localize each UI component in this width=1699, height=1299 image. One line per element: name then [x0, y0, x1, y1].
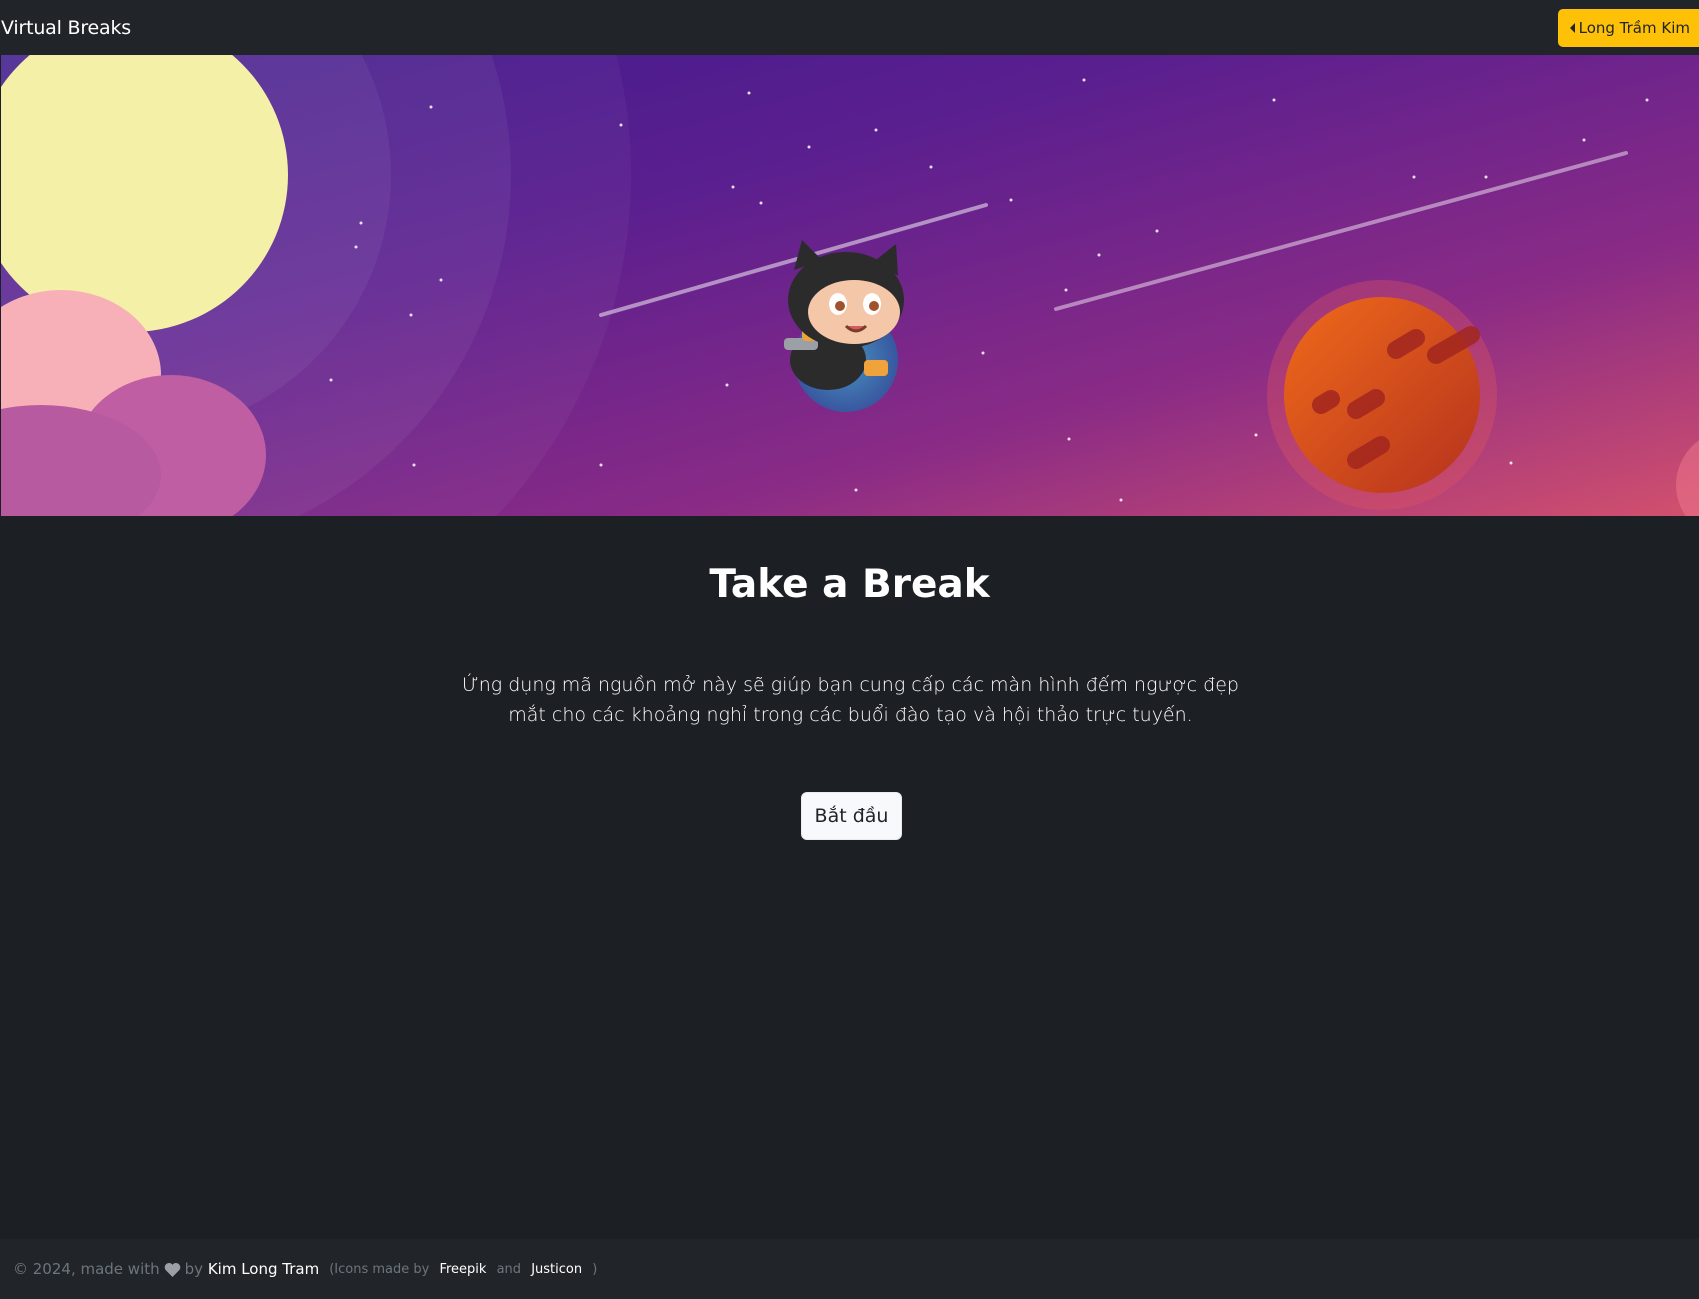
- footer: © 2024, made with by Kim Long Tram (Icon…: [0, 1239, 1699, 1299]
- author-button[interactable]: Long Trầm Kim: [1557, 8, 1699, 47]
- justicon-link[interactable]: Justicon: [531, 1262, 582, 1277]
- page: Virtual Breaks Long Trầm Kim Take a Brea…: [0, 0, 1699, 1299]
- and-text: and: [496, 1261, 522, 1277]
- caret-left-icon: [1569, 22, 1575, 33]
- brand-link[interactable]: Virtual Breaks: [0, 17, 131, 39]
- author-link[interactable]: Kim Long Tram: [208, 1260, 319, 1278]
- navbar: Virtual Breaks Long Trầm Kim: [0, 0, 1699, 55]
- icons-credit-suffix: ): [592, 1261, 598, 1277]
- freepik-link[interactable]: Freepik: [439, 1262, 486, 1277]
- description-text: Ứng dụng mã nguồn mở này sẽ giúp bạn cun…: [462, 674, 1239, 726]
- hero-illustration: [1, 55, 1699, 516]
- page-title: Take a Break: [709, 562, 990, 607]
- by-text: by: [184, 1260, 204, 1278]
- start-button[interactable]: Bắt đầu: [801, 792, 902, 840]
- copyright-text: © 2024, made with: [13, 1260, 160, 1278]
- icons-credit-prefix: (Icons made by: [329, 1261, 430, 1277]
- icons-credit: (Icons made by Freepik and Justicon ): [329, 1262, 597, 1277]
- author-button-label: Long Trầm Kim: [1578, 18, 1690, 37]
- heart-icon: [164, 1262, 180, 1277]
